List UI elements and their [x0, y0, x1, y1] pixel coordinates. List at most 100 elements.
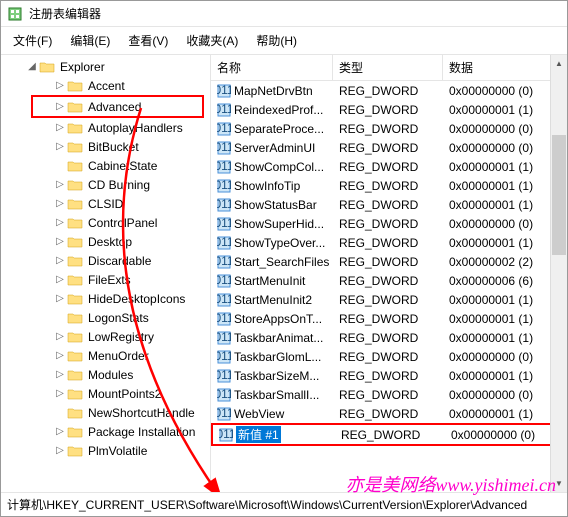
header-name[interactable]: 名称	[211, 55, 333, 80]
dword-icon: 011	[217, 179, 231, 193]
list-row[interactable]: 011ShowSuperHid...REG_DWORD0x00000000 (0…	[211, 214, 567, 233]
list-row[interactable]: 011StoreAppsOnT...REG_DWORD0x00000001 (1…	[211, 309, 567, 328]
cell-type: REG_DWORD	[333, 292, 443, 308]
tree-label: ControlPanel	[86, 215, 159, 231]
list-row[interactable]: 011TaskbarAnimat...REG_DWORD0x00000001 (…	[211, 328, 567, 347]
scroll-down-arrow[interactable]: ▼	[551, 475, 567, 492]
list-row[interactable]: 011ReindexedProf...REG_DWORD0x00000001 (…	[211, 100, 567, 119]
list-row[interactable]: 011WebViewREG_DWORD0x00000001 (1)	[211, 404, 567, 423]
cell-type: REG_DWORD	[333, 387, 443, 403]
expander-icon[interactable]: ◢	[25, 61, 39, 72]
expander-icon[interactable]: ▷	[53, 331, 67, 342]
tree-node[interactable]: ▷FileExts	[1, 270, 210, 289]
folder-icon	[67, 178, 83, 192]
scroll-thumb[interactable]	[552, 135, 566, 255]
menu-edit[interactable]: 编辑(E)	[62, 29, 118, 52]
expander-icon[interactable]: ▷	[53, 80, 67, 91]
expander-icon[interactable]: ▷	[53, 274, 67, 285]
tree-node[interactable]: ▷PlmVolatile	[1, 441, 210, 460]
list-row[interactable]: 011Start_SearchFilesREG_DWORD0x00000002 …	[211, 252, 567, 271]
cell-name: 011新值 #1	[213, 425, 335, 444]
expander-icon[interactable]: ▷	[53, 445, 67, 456]
expander-icon[interactable]: ▷	[53, 198, 67, 209]
registry-editor-window: 注册表编辑器 文件(F) 编辑(E) 查看(V) 收藏夹(A) 帮助(H) ◢ …	[0, 0, 568, 517]
tree-node[interactable]: ▷MountPoints2	[1, 384, 210, 403]
list-row[interactable]: 011TaskbarSmallI...REG_DWORD0x00000000 (…	[211, 385, 567, 404]
list-row[interactable]: 011ShowStatusBarREG_DWORD0x00000001 (1)	[211, 195, 567, 214]
header-data[interactable]: 数据	[443, 55, 567, 80]
cell-data: 0x00000001 (1)	[443, 368, 567, 384]
header-type[interactable]: 类型	[333, 55, 443, 80]
expander-icon[interactable]: ▷	[53, 217, 67, 228]
cell-name: 011ShowStatusBar	[211, 197, 333, 213]
cell-name: 011StoreAppsOnT...	[211, 311, 333, 327]
dword-icon: 011	[217, 293, 231, 307]
list-row[interactable]: 011SeparateProce...REG_DWORD0x00000000 (…	[211, 119, 567, 138]
tree-node[interactable]: ▷BitBucket	[1, 137, 210, 156]
expander-icon[interactable]: ▷	[53, 255, 67, 266]
tree-node[interactable]: ▷Package Installation	[1, 422, 210, 441]
menu-favorites[interactable]: 收藏夹(A)	[178, 29, 246, 52]
tree-node[interactable]: ▷Discardable	[1, 251, 210, 270]
list-row[interactable]: 011新值 #1REG_DWORD0x00000000 (0)	[213, 425, 565, 444]
expander-icon[interactable]: ▷	[53, 426, 67, 437]
folder-icon	[67, 292, 83, 306]
tree-node[interactable]: CabinetState	[1, 156, 210, 175]
list-row[interactable]: 011ShowCompCol...REG_DWORD0x00000001 (1)	[211, 157, 567, 176]
vertical-scrollbar[interactable]: ▲ ▼	[550, 55, 567, 492]
expander-icon[interactable]: ▷	[53, 236, 67, 247]
tree-node[interactable]: ▷CLSID	[1, 194, 210, 213]
expander-icon[interactable]: ▷	[53, 293, 67, 304]
tree-label: CabinetState	[86, 158, 159, 174]
tree-label: MenuOrder	[86, 348, 151, 364]
highlight-box: ▷Advanced	[31, 95, 204, 118]
cell-name: 011ShowCompCol...	[211, 159, 333, 175]
tree-node[interactable]: LogonStats	[1, 308, 210, 327]
cell-name: 011SeparateProce...	[211, 121, 333, 137]
cell-name: 011ServerAdminUI	[211, 140, 333, 156]
tree-node[interactable]: ▷LowRegistry	[1, 327, 210, 346]
menu-help[interactable]: 帮助(H)	[248, 29, 305, 52]
tree-node[interactable]: NewShortcutHandle	[1, 403, 210, 422]
list-row[interactable]: 011ShowTypeOver...REG_DWORD0x00000001 (1…	[211, 233, 567, 252]
folder-icon	[67, 406, 83, 420]
tree-node[interactable]: ▷Desktop	[1, 232, 210, 251]
tree-node[interactable]: ▷Advanced	[33, 97, 202, 116]
dword-icon: 011	[217, 331, 231, 345]
content-area: ◢ Explorer ▷Accent ▷Advanced ▷AutoplayHand…	[1, 55, 567, 492]
dword-icon: 011	[217, 255, 231, 269]
expander-icon[interactable]: ▷	[53, 350, 67, 361]
tree-pane[interactable]: ◢ Explorer ▷Accent ▷Advanced ▷AutoplayHand…	[1, 55, 211, 492]
expander-icon[interactable]: ▷	[53, 388, 67, 399]
menu-view[interactable]: 查看(V)	[120, 29, 176, 52]
expander-icon[interactable]: ▷	[53, 179, 67, 190]
list-row[interactable]: 011TaskbarSizeM...REG_DWORD0x00000001 (1…	[211, 366, 567, 385]
tree-node[interactable]: ▷CD Burning	[1, 175, 210, 194]
tree-node[interactable]: ▷ ControlPanel	[1, 213, 210, 232]
cell-data: 0x00000001 (1)	[443, 406, 567, 422]
list-row[interactable]: 011ShowInfoTipREG_DWORD0x00000001 (1)	[211, 176, 567, 195]
cell-type: REG_DWORD	[333, 159, 443, 175]
tree-node[interactable]: ▷HideDesktopIcons	[1, 289, 210, 308]
scroll-up-arrow[interactable]: ▲	[551, 55, 567, 72]
list-row[interactable]: 011ServerAdminUIREG_DWORD0x00000000 (0)	[211, 138, 567, 157]
titlebar[interactable]: 注册表编辑器	[1, 1, 567, 27]
tree-node-explorer[interactable]: ◢ Explorer	[1, 57, 210, 76]
expander-icon[interactable]: ▷	[53, 369, 67, 380]
expander-icon[interactable]: ▷	[53, 122, 67, 133]
tree-node[interactable]: ▷AutoplayHandlers	[1, 118, 210, 137]
dword-icon: 011	[217, 217, 231, 231]
list-row[interactable]: 011MapNetDrvBtnREG_DWORD0x00000000 (0)	[211, 81, 567, 100]
list-pane[interactable]: 名称 类型 数据 011MapNetDrvBtnREG_DWORD0x00000…	[211, 55, 567, 492]
tree-node[interactable]: ▷Accent	[1, 76, 210, 95]
tree-node[interactable]: ▷Modules	[1, 365, 210, 384]
expander-icon[interactable]: ▷	[53, 101, 67, 112]
menu-file[interactable]: 文件(F)	[5, 29, 60, 52]
cell-data: 0x00000000 (0)	[445, 427, 565, 443]
list-row[interactable]: 011StartMenuInit2REG_DWORD0x00000001 (1)	[211, 290, 567, 309]
expander-icon[interactable]: ▷	[53, 141, 67, 152]
list-row[interactable]: 011StartMenuInitREG_DWORD0x00000006 (6)	[211, 271, 567, 290]
tree-node[interactable]: ▷ MenuOrder	[1, 346, 210, 365]
list-row[interactable]: 011TaskbarGlomL...REG_DWORD0x00000000 (0…	[211, 347, 567, 366]
svg-text:011: 011	[217, 122, 231, 135]
